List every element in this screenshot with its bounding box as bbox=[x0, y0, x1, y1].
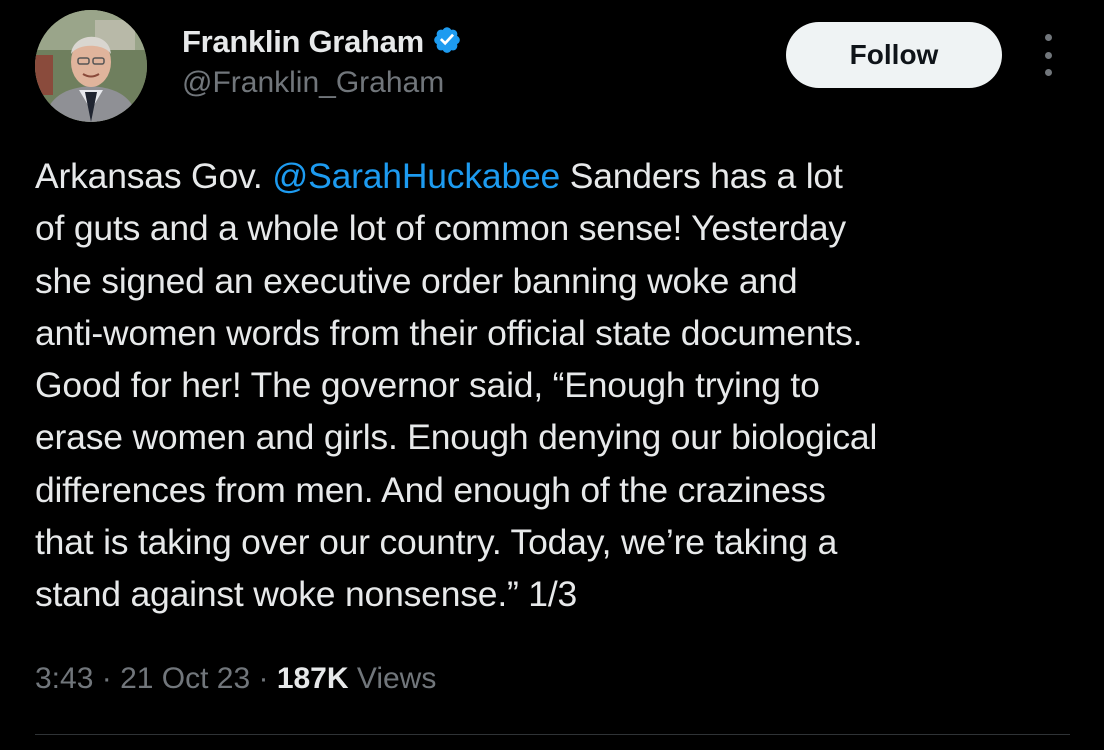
more-dot bbox=[1044, 51, 1052, 59]
meta-separator: · bbox=[93, 662, 121, 695]
more-dot bbox=[1044, 34, 1052, 41]
tweet-line-text: Sanders has a lot bbox=[560, 156, 843, 196]
more-dot bbox=[1044, 69, 1052, 76]
tweet-line: stand against woke nonsense.” 1/3 bbox=[35, 574, 578, 615]
tweet-line: anti-women words from their official sta… bbox=[35, 312, 863, 353]
tweet-line: of guts and a whole lot of common sense!… bbox=[35, 208, 846, 249]
tweet-date[interactable]: 21 Oct 23 bbox=[120, 662, 250, 695]
meta-separator: · bbox=[250, 662, 277, 695]
views-count: 187K bbox=[276, 662, 349, 695]
views-label: Views bbox=[348, 662, 437, 695]
verified-badge-icon[interactable] bbox=[432, 25, 462, 55]
tweet-line-text: Arkansas Gov. bbox=[35, 156, 273, 196]
tweet-meta: 3:43 · 21 Oct 23 · 187K Views bbox=[35, 662, 436, 696]
tweet-line: differences from men. And enough of the … bbox=[35, 469, 826, 510]
avatar[interactable] bbox=[35, 10, 147, 122]
tweet: Franklin Graham @Franklin_Graham Follow … bbox=[0, 0, 1104, 750]
avatar-photo bbox=[35, 10, 147, 122]
more-vertical-icon[interactable] bbox=[1032, 34, 1064, 76]
tweet-text: Arkansas Gov. @SarahHuckabee Sanders has… bbox=[35, 150, 1085, 621]
tweet-time[interactable]: 3:43 bbox=[35, 662, 93, 695]
author-handle[interactable]: @Franklin_Graham bbox=[182, 66, 444, 100]
tweet-line: erase women and girls. Enough denying ou… bbox=[35, 417, 878, 458]
tweet-line: that is taking over our country. Today, … bbox=[35, 522, 838, 563]
tweet-line: she signed an executive order banning wo… bbox=[35, 260, 798, 301]
author-name-text: Franklin Graham bbox=[182, 24, 424, 59]
tweet-line: Arkansas Gov. @SarahHuckabee Sanders has… bbox=[35, 150, 1085, 202]
tweet-line: Good for her! The governor said, “Enough… bbox=[35, 365, 820, 406]
divider bbox=[35, 734, 1070, 735]
mention-link[interactable]: @SarahHuckabee bbox=[272, 156, 560, 196]
follow-button[interactable]: Follow bbox=[786, 22, 1002, 88]
author-display-name[interactable]: Franklin Graham bbox=[182, 24, 462, 60]
